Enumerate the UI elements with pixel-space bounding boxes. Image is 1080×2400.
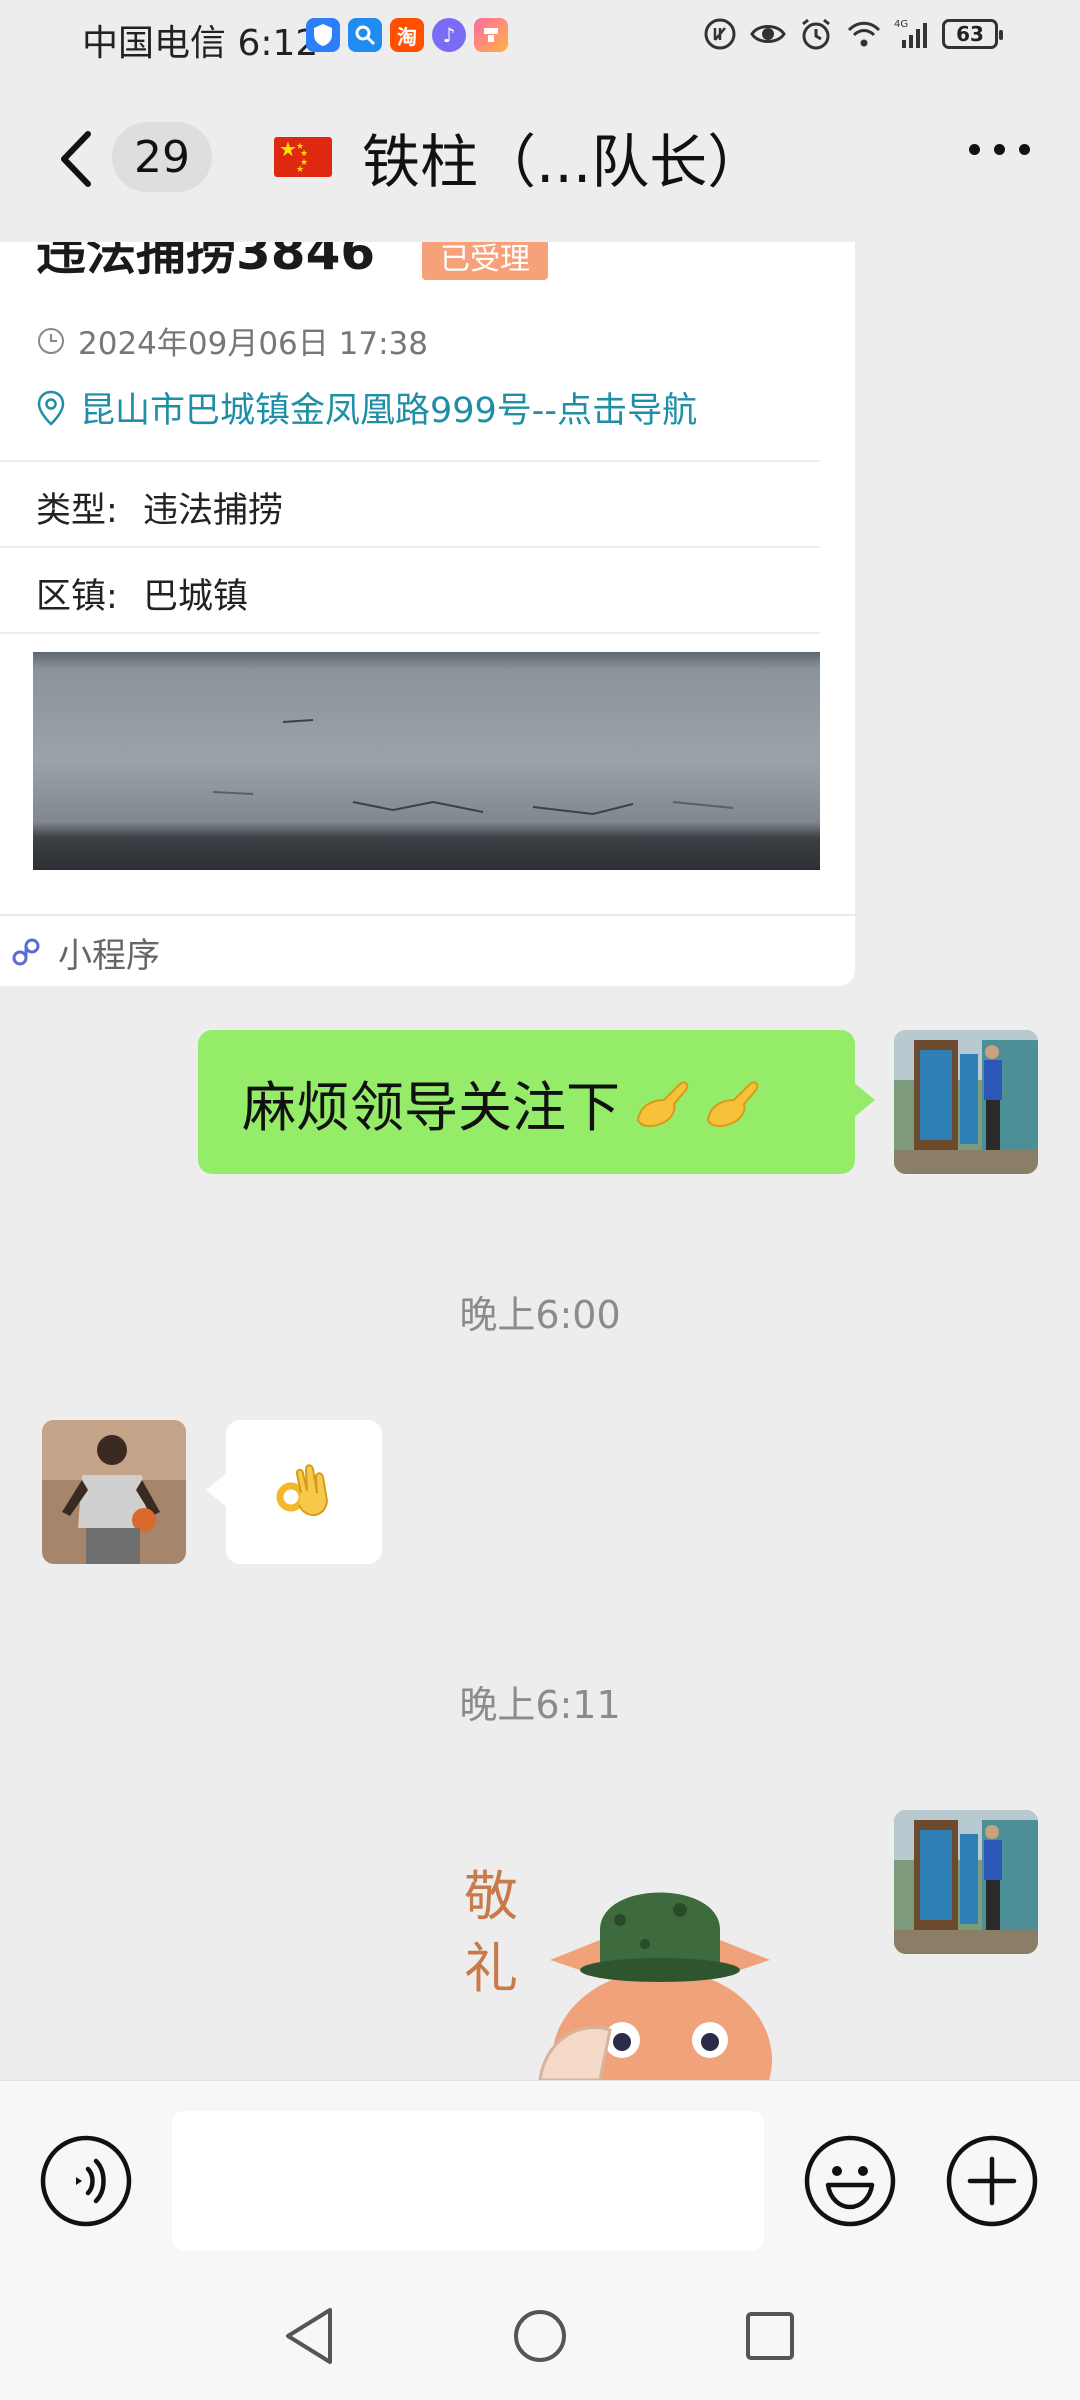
status-bar: 中国电信 6:12 淘 ♪ 4G 63 [0,0,1080,72]
type-value: 违法捕捞 [142,491,283,531]
ok-hand-emoji-icon [636,1081,689,1128]
town-value: 巴城镇 [142,577,248,617]
town-row: 区镇: 巴城镇 [36,568,248,619]
china-flag-icon: ★ ★ ★ ★ ★ [274,137,332,177]
system-navigation-bar [0,2280,1080,2400]
signal-4g-icon: 4G [894,19,927,48]
address-link[interactable]: 昆山市巴城镇金凤凰路999号--点击导航 [36,382,697,433]
received-message-bubble[interactable] [206,1420,382,1564]
datetime-text: 2024年09月06日 17:38 [78,326,428,362]
type-row: 类型: 违法捕捞 [36,482,283,533]
ok-hand-emoji-icon [706,1081,759,1128]
voice-input-icon[interactable] [38,2133,134,2229]
contact-avatar[interactable] [42,1420,186,1564]
message-input[interactable] [172,2111,764,2251]
evidence-photo [33,652,820,870]
type-label: 类型: [36,491,118,531]
divider [0,546,820,548]
more-options-icon[interactable] [969,144,1030,155]
chat-title-text: 铁柱（...队长） [362,128,766,196]
wifi-icon [847,21,881,47]
nfc-icon [704,18,736,50]
mini-program-card[interactable]: 违法捕捞3846 已受理 2024年09月06日 17:38 昆山市巴城镇金凤凰… [0,242,855,986]
system-home-icon[interactable] [512,2308,568,2364]
clock-icon [38,327,64,354]
taobao-glyph: 淘 [397,24,417,49]
sent-message-bubble[interactable]: 麻烦领导关注下 [198,1030,875,1174]
location-pin-icon [37,390,65,426]
chat-header: 29 ★ ★ ★ ★ ★ 铁柱（...队长） [0,72,1080,242]
emoji-icon[interactable] [802,2133,898,2229]
search-app-icon [348,18,382,52]
battery-icon: 63 [942,19,1003,49]
unread-count: 29 [134,131,190,183]
chat-title[interactable]: ★ ★ ★ ★ ★ 铁柱（...队长） [274,122,765,196]
my-avatar[interactable] [894,1030,1038,1174]
divider [0,460,820,462]
mini-program-label: 小程序 [58,935,160,976]
plus-icon[interactable] [944,2133,1040,2229]
address-text: 昆山市巴城镇金凤凰路999号--点击导航 [80,391,698,431]
salute-sticker[interactable]: 敬 礼 [450,1840,830,2080]
mini-program-icon [12,938,40,966]
notification-icons: 淘 ♪ [306,18,508,52]
notes-app-icon [474,18,508,52]
music-app-icon: ♪ [432,18,466,52]
sent-message-text: 麻烦领导关注下 [242,1075,620,1139]
system-recents-icon[interactable] [744,2310,796,2362]
my-avatar[interactable] [894,1810,1038,1954]
town-label: 区镇: [36,577,118,617]
unread-count-badge[interactable]: 29 [112,122,212,192]
system-indicators: 4G 63 [702,16,1003,52]
carrier-time: 中国电信 6:12 [82,14,318,66]
carrier-name: 中国电信 [82,23,227,64]
divider [0,632,820,634]
eye-comfort-icon [750,25,786,43]
sticker-character [538,1892,772,2080]
system-back-icon[interactable] [280,2304,340,2368]
card-datetime: 2024年09月06日 17:38 [36,318,428,363]
status-badge: 已受理 [422,242,548,280]
taobao-app-icon: 淘 [390,18,424,52]
timestamp: 晚上6:11 [459,1683,621,1727]
security-shield-icon [306,18,340,52]
card-title: 违法捕捞3846 [36,242,376,281]
back-arrow-icon[interactable] [48,124,108,194]
svg-text:4G: 4G [894,19,908,30]
pinch-emojis [630,1070,764,1134]
ok-hand-emoji-icon [276,1464,329,1516]
chat-input-bar [0,2080,1080,2281]
timestamp: 晚上6:00 [459,1293,621,1337]
alarm-icon [802,18,830,50]
battery-level: 63 [956,22,984,46]
mini-program-footer: 小程序 [0,914,855,986]
